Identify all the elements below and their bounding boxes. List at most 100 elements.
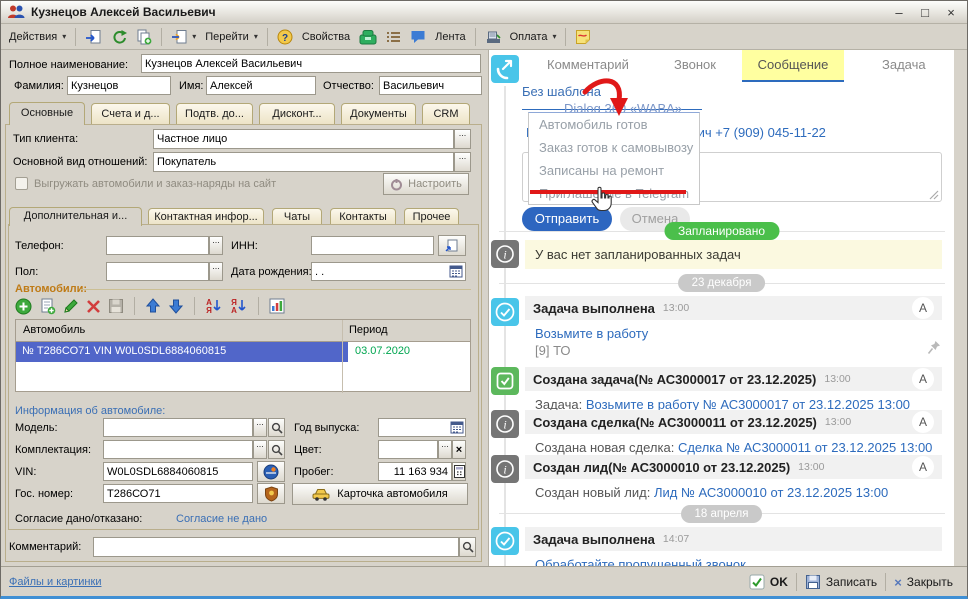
save-button[interactable]: Записать xyxy=(805,574,877,590)
comment-input[interactable] xyxy=(93,537,459,557)
car-card-button[interactable]: Карточка автомобиля xyxy=(292,483,468,505)
pin-icon[interactable] xyxy=(927,340,941,355)
feed-card-header[interactable]: Задача выполнена 13:00 А xyxy=(525,296,942,320)
payment-icon[interactable] xyxy=(482,27,504,47)
birthdate-input[interactable] xyxy=(311,262,466,281)
middle-name-input[interactable] xyxy=(379,76,482,95)
feed-link[interactable]: Сделка № АС3000011 от 23.12.2025 13:00 xyxy=(678,440,932,455)
feed-link[interactable]: Возьмите в работу xyxy=(535,326,648,341)
relation-select-button[interactable] xyxy=(454,152,471,172)
close-button[interactable]: × xyxy=(941,5,961,20)
tab-task[interactable]: Задача xyxy=(882,50,926,80)
feed-card-header[interactable]: Задача выполнена 14:07 xyxy=(525,527,942,551)
ok-button[interactable]: OK xyxy=(749,574,788,590)
year-calendar-icon[interactable] xyxy=(450,420,464,434)
delete-car-icon[interactable] xyxy=(86,299,101,314)
gender-input[interactable] xyxy=(106,262,209,281)
plate-badge-icon[interactable] xyxy=(257,483,285,504)
add-car-icon[interactable] xyxy=(15,298,32,315)
tab-documents[interactable]: Документы xyxy=(341,103,416,126)
help-icon[interactable]: ? xyxy=(274,27,296,47)
avatar[interactable]: А xyxy=(912,368,934,390)
maximize-button[interactable]: □ xyxy=(915,5,935,20)
copy-icon[interactable] xyxy=(133,27,155,47)
actions-menu[interactable]: Действия xyxy=(6,29,69,45)
plate-input[interactable] xyxy=(103,484,253,503)
tab-accounts[interactable]: Счета и д... xyxy=(91,103,170,126)
first-name-input[interactable] xyxy=(206,76,316,95)
model-select-button[interactable] xyxy=(253,418,267,437)
reread-icon[interactable] xyxy=(82,27,105,47)
save-period-icon[interactable] xyxy=(108,298,124,314)
close-form-button[interactable]: × Закрыть xyxy=(894,575,953,590)
feed-link[interactable]: Лид № АС3000010 от 23.12.2025 13:00 xyxy=(654,485,888,500)
properties-button[interactable]: Свойства xyxy=(299,29,353,45)
dropdown-item-repair-booked[interactable]: Записаны на ремонт xyxy=(529,159,699,182)
tab-additional-info[interactable]: Дополнительная и... xyxy=(9,207,142,226)
add-copy-car-icon[interactable] xyxy=(39,298,56,315)
table-row[interactable]: № Т286СО71 VIN W0L0SDL6884060815 03.07.2… xyxy=(16,342,470,362)
full-name-input[interactable] xyxy=(141,54,481,73)
tab-message[interactable]: Сообщение xyxy=(742,50,844,82)
calendar-icon[interactable] xyxy=(449,264,463,278)
comment-search-icon[interactable] xyxy=(459,537,476,557)
car-cell[interactable]: № Т286СО71 VIN W0L0SDL6884060815 xyxy=(16,342,348,362)
avatar[interactable]: А xyxy=(912,411,934,433)
report-chart-icon[interactable] xyxy=(269,298,285,314)
resize-handle-icon[interactable] xyxy=(927,188,939,200)
feed-button[interactable]: Лента xyxy=(432,29,468,45)
last-name-input[interactable] xyxy=(67,76,171,95)
feed-card-header[interactable]: Создана сделка(№ АС3000011 от 23.12.2025… xyxy=(525,410,942,434)
mileage-calc-icon[interactable] xyxy=(452,462,466,481)
avatar[interactable]: А xyxy=(912,456,934,478)
color-clear-icon[interactable]: × xyxy=(452,440,466,459)
phone-input[interactable] xyxy=(106,236,209,255)
configure-button[interactable]: Настроить xyxy=(383,173,469,195)
cars-table-header[interactable]: Автомобиль Период xyxy=(16,320,470,342)
consent-link[interactable]: Согласие не дано xyxy=(176,513,267,525)
move-down-icon[interactable] xyxy=(168,298,184,314)
avatar[interactable]: А xyxy=(912,297,934,319)
minimize-button[interactable]: – xyxy=(889,5,909,20)
phone-icon[interactable] xyxy=(356,27,380,47)
feed-bubble-icon[interactable] xyxy=(407,27,429,46)
list-icon[interactable] xyxy=(383,28,404,46)
phone-select-button[interactable] xyxy=(209,236,223,255)
color-select-button[interactable] xyxy=(438,440,452,459)
feed-link[interactable]: Обработайте пропущенный звонок xyxy=(535,557,746,566)
car-column-header[interactable]: Автомобиль xyxy=(23,320,85,340)
refresh-icon[interactable] xyxy=(108,27,130,47)
client-type-input[interactable] xyxy=(153,129,454,149)
vin-input[interactable] xyxy=(103,462,253,481)
goto-menu[interactable]: Перейти xyxy=(202,29,261,45)
model-input[interactable] xyxy=(103,418,253,437)
tab-call[interactable]: Звонок xyxy=(674,50,716,80)
trim-search-icon[interactable] xyxy=(268,440,285,459)
tab-main[interactable]: Основные xyxy=(9,102,85,125)
payment-button[interactable]: Оплата xyxy=(507,29,560,45)
mileage-input[interactable] xyxy=(378,462,452,481)
compose-call-icon[interactable] xyxy=(491,55,519,83)
feed-card-header[interactable]: Создан лид(№ АС3000010 от 23.12.2025) 13… xyxy=(525,455,942,479)
tab-confirm[interactable]: Подтв. до... xyxy=(176,103,253,126)
sort-desc-icon[interactable]: ЯА xyxy=(230,298,248,314)
trim-select-button[interactable] xyxy=(253,440,267,459)
move-up-icon[interactable] xyxy=(145,298,161,314)
sticky-note-icon[interactable] xyxy=(572,27,594,47)
client-type-select-button[interactable] xyxy=(454,129,471,149)
trim-input[interactable] xyxy=(103,440,253,459)
upload-site-checkbox[interactable] xyxy=(15,177,28,190)
inn-input[interactable] xyxy=(311,236,434,255)
go-to-document-icon[interactable] xyxy=(168,27,199,47)
model-search-icon[interactable] xyxy=(268,418,285,437)
vin-brand-icon[interactable] xyxy=(257,461,285,482)
files-link[interactable]: Файлы и картинки xyxy=(9,576,101,588)
period-column-header[interactable]: Период xyxy=(349,320,388,340)
relation-input[interactable] xyxy=(153,152,454,172)
gender-select-button[interactable] xyxy=(209,262,223,281)
tab-discount[interactable]: Дисконт... xyxy=(259,103,335,126)
edit-car-icon[interactable] xyxy=(63,298,79,314)
feed-card-header[interactable]: Создана задача(№ АС3000017 от 23.12.2025… xyxy=(525,367,942,391)
tab-crm[interactable]: CRM xyxy=(422,103,470,126)
period-cell[interactable]: 03.07.2020 xyxy=(348,342,410,362)
